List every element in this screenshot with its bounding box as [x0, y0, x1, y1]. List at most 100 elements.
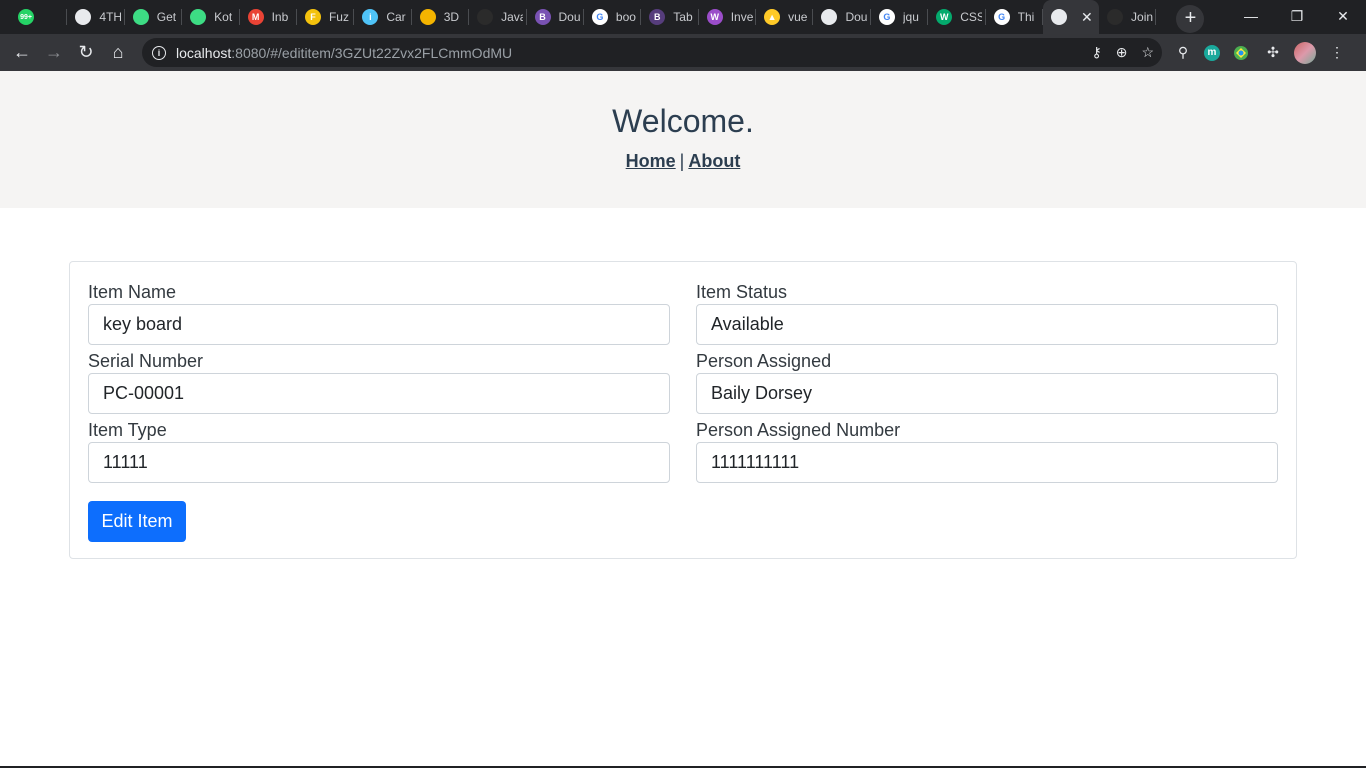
- form-column-right: Item Status Available Person Assigned Ba…: [696, 282, 1278, 489]
- grid-icon: [419, 9, 436, 25]
- main-nav: Home | About: [0, 151, 1366, 172]
- browser-tabstrip: 99+4THGetKotMInbFFuziCar3DJavaBDouGbooBT…: [0, 0, 1366, 34]
- browser-tab[interactable]: 3D: [412, 0, 470, 34]
- person-assigned-field: Person Assigned Baily Dorsey: [696, 351, 1278, 414]
- close-window-button[interactable]: ✕: [1320, 0, 1366, 32]
- close-tab-icon[interactable]: ✕: [1081, 9, 1093, 26]
- home-button[interactable]: ⌂: [104, 39, 132, 67]
- tab-title: boo: [615, 10, 636, 24]
- w-icon: W: [706, 9, 723, 25]
- browser-toolbar: ← → ↻ ⌂ i localhost:8080/#/edititem/3GZU…: [0, 34, 1366, 71]
- m-extension-icon[interactable]: m: [1204, 44, 1220, 61]
- edit-item-button[interactable]: Edit Item: [88, 501, 186, 542]
- location-extension-icon[interactable]: ⚲: [1172, 42, 1194, 64]
- item-status-label: Item Status: [696, 282, 788, 302]
- window-controls: — ❐ ✕: [1228, 0, 1366, 32]
- item-type-field: Item Type 11111: [88, 420, 670, 483]
- restore-button[interactable]: ❐: [1274, 0, 1320, 32]
- github-icon: [1107, 9, 1124, 25]
- globe-icon: [1051, 9, 1068, 25]
- address-bar[interactable]: i localhost:8080/#/edititem/3GZUt22Zvx2F…: [142, 38, 1162, 67]
- url-path: :8080/#/edititem/3GZUt22Zvx2FLCmmOdMU: [231, 44, 513, 61]
- browser-tab[interactable]: G Thi: [986, 0, 1044, 34]
- browser-tab[interactable]: W CSS: [928, 0, 986, 34]
- google-icon: G: [591, 9, 608, 25]
- person-assigned-input[interactable]: Baily Dorsey: [696, 373, 1278, 414]
- extensions-area: ⚲ m ✣ ⋮: [1172, 38, 1348, 67]
- zoom-icon[interactable]: ⊕: [1116, 44, 1128, 61]
- tab-active[interactable]: ✕: [1043, 0, 1100, 34]
- browser-tab[interactable]: Gboo: [584, 0, 642, 34]
- bootstrap-icon: B: [649, 9, 666, 25]
- browser-tab[interactable]: Gjqu: [871, 0, 929, 34]
- fuzzy-icon: F: [304, 9, 321, 25]
- profile-avatar[interactable]: [1294, 41, 1316, 64]
- tab-title: Kot: [214, 10, 233, 24]
- person-assigned-label: Person Assigned: [696, 351, 832, 371]
- google-icon: G: [993, 9, 1010, 25]
- minimize-button[interactable]: —: [1228, 0, 1274, 32]
- browser-tab[interactable]: Java: [469, 0, 527, 34]
- page-title: Welcome.: [612, 103, 754, 139]
- browser-tab[interactable]: M Inb: [240, 0, 297, 34]
- info-icon: i: [362, 9, 379, 25]
- person-assigned-number-input[interactable]: 1111111111: [696, 442, 1278, 483]
- page-content: Welcome. Home | About Item Name key board …: [0, 71, 1366, 768]
- nav-link-about[interactable]: About: [688, 151, 740, 171]
- whatsapp-icon: 99+: [18, 9, 34, 25]
- github-icon: [477, 9, 494, 25]
- serial-number-field: Serial Number PC-00001: [88, 351, 670, 414]
- nav-separator: |: [679, 151, 685, 171]
- back-button[interactable]: ←: [8, 39, 36, 67]
- globe-icon: [821, 9, 838, 25]
- bookmark-star-icon[interactable]: ☆: [1141, 44, 1154, 61]
- reload-button[interactable]: ↻: [72, 39, 100, 67]
- key-icon[interactable]: ⚷: [1091, 44, 1101, 61]
- browser-tab[interactable]: Join: [1099, 0, 1157, 34]
- forward-button[interactable]: →: [40, 39, 68, 67]
- gmail-icon: M: [247, 9, 264, 25]
- nav-link-home[interactable]: Home: [626, 151, 676, 171]
- item-status-field: Item Status Available: [696, 282, 1278, 345]
- item-type-label: Item Type: [88, 420, 167, 440]
- browser-tab[interactable]: B Tab: [641, 0, 699, 34]
- android-icon: [190, 9, 207, 25]
- new-tab-button[interactable]: +: [1176, 4, 1205, 33]
- url-text[interactable]: localhost:8080/#/edititem/3GZUt22Zvx2FLC…: [176, 45, 512, 61]
- tab-title: Fuz: [328, 10, 349, 24]
- tab-title: Car: [386, 10, 406, 24]
- tab-title: Java: [501, 10, 523, 24]
- browser-tab[interactable]: Kot: [182, 0, 240, 34]
- google-icon: G: [878, 9, 895, 25]
- tab-title: Dou: [845, 10, 868, 24]
- item-name-field: Item Name key board: [88, 282, 670, 345]
- serial-number-input[interactable]: PC-00001: [88, 373, 670, 414]
- browser-tab[interactable]: i Car: [354, 0, 412, 34]
- browser-tab[interactable]: 4TH: [67, 0, 125, 34]
- browser-tab[interactable]: 99+: [10, 0, 68, 34]
- android-icon: [132, 9, 149, 25]
- tab-title: vue: [788, 10, 808, 24]
- browser-tab[interactable]: W Inve: [699, 0, 757, 34]
- browser-tab[interactable]: Get: [125, 0, 183, 34]
- tab-list: 99+4THGetKotMInbFFuziCar3DJavaBDouGbooBT…: [0, 0, 1157, 34]
- puzzle-extensions-icon[interactable]: ✣: [1262, 42, 1284, 64]
- serial-number-label: Serial Number: [88, 351, 204, 371]
- tab-title: Inve: [730, 10, 753, 24]
- tab-title: jqu: [902, 10, 919, 24]
- colorful-extension-icon[interactable]: [1230, 42, 1252, 64]
- item-type-input[interactable]: 11111: [88, 442, 670, 483]
- site-info-icon[interactable]: i: [152, 45, 166, 60]
- item-name-input[interactable]: key board: [88, 304, 670, 345]
- tab-title: 3D: [443, 10, 460, 24]
- globe-icon: [75, 9, 92, 25]
- browser-menu-icon[interactable]: ⋮: [1326, 42, 1348, 64]
- tab-title: Join: [1131, 10, 1154, 24]
- firebase-icon: ▲: [764, 9, 781, 25]
- item-status-input[interactable]: Available: [696, 304, 1278, 345]
- browser-tab[interactable]: B Dou: [527, 0, 584, 34]
- browser-tab[interactable]: Dou: [813, 0, 871, 34]
- browser-tab[interactable]: ▲ vue: [756, 0, 814, 34]
- browser-tab[interactable]: F Fuz: [297, 0, 355, 34]
- tab-title: Inb: [271, 10, 289, 24]
